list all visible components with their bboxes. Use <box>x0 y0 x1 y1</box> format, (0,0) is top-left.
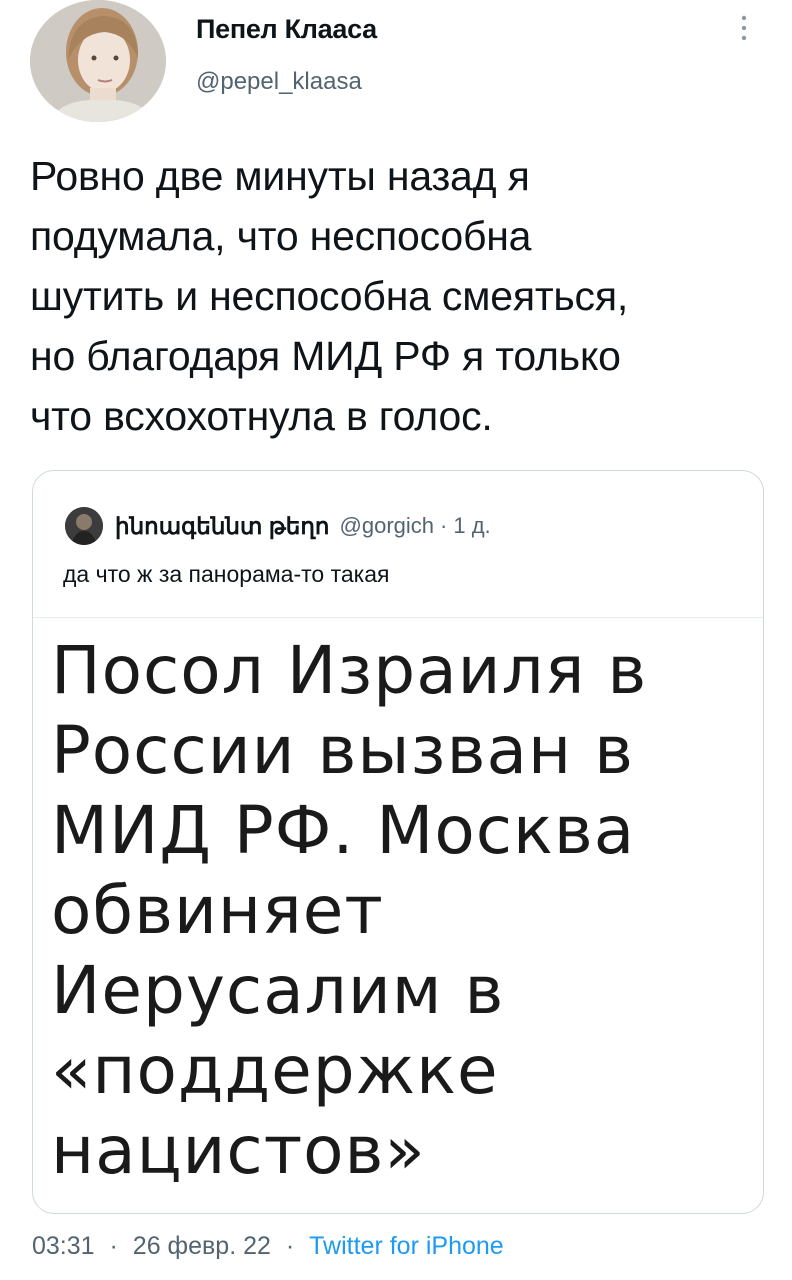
more-options-icon[interactable] <box>732 8 756 48</box>
author-name[interactable]: Пепел Клааса <box>196 14 377 45</box>
quote-timestamp: 1 д. <box>453 513 491 538</box>
tweet-text: Ровно две минуты назад я подумала, что н… <box>30 153 629 439</box>
tweet-footer: 03:31 · 26 февр. 22 · Twitter for iPhone <box>32 1232 504 1261</box>
avatar-photo-icon <box>30 0 166 122</box>
quote-author-handle: @gorgich <box>339 513 435 538</box>
quote-avatar-icon <box>65 507 103 545</box>
quoted-tweet[interactable]: ինոագեննտ թեղո @gorgich · 1 д. да что ж … <box>32 470 764 1214</box>
quote-media-divider <box>33 617 763 618</box>
quote-author-name: ինոագեննտ թեղո <box>115 512 330 539</box>
quote-media-headline[interactable]: Посол Израиля в России вызван в МИД РФ. … <box>51 631 751 1191</box>
footer-separator: · <box>109 1232 118 1260</box>
quote-header: ինոագեննտ թեղո @gorgich · 1 д. <box>65 507 491 545</box>
tweet: Пепел Клааса @pepel_klaasa Ровно две мин… <box>0 0 792 1280</box>
quote-separator: · <box>440 513 448 538</box>
footer-separator: · <box>285 1232 295 1260</box>
footer-time: 03:31 <box>32 1232 95 1260</box>
author-handle[interactable]: @pepel_klaasa <box>196 68 362 96</box>
quote-text: да что ж за панорама-то такая <box>63 561 390 587</box>
footer-date: 26 февр. 22 <box>132 1232 271 1260</box>
author-avatar[interactable] <box>30 0 166 122</box>
quote-avatar <box>65 507 103 545</box>
source-link[interactable]: Twitter for iPhone <box>309 1232 504 1260</box>
